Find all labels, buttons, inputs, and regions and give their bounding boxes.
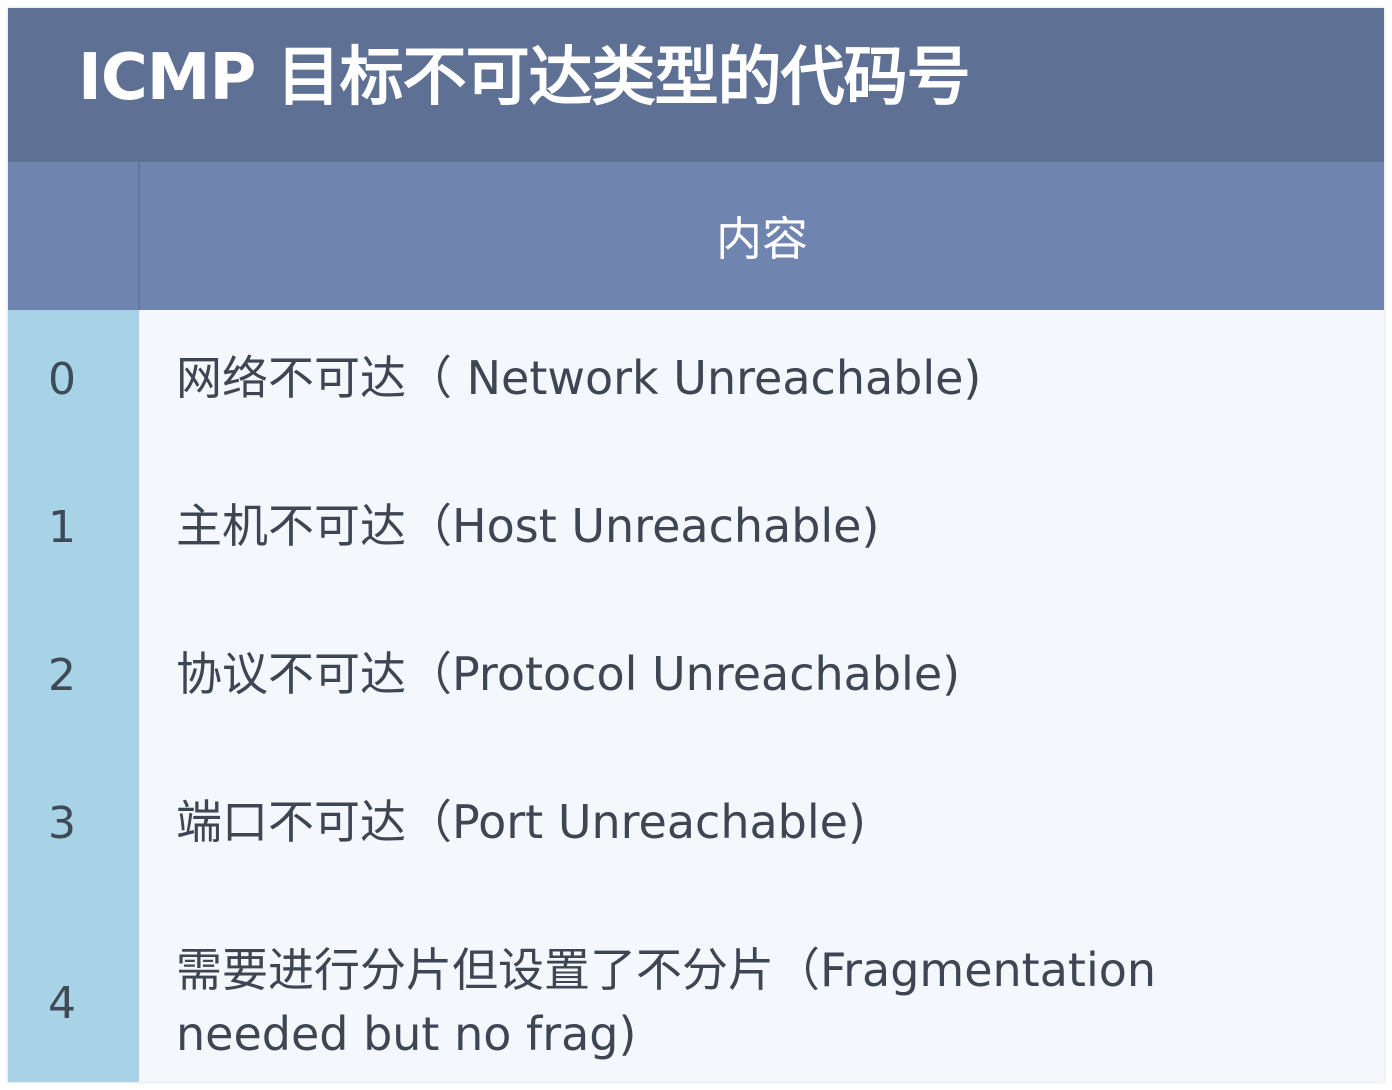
table-header: 内容 xyxy=(8,162,1384,310)
row-code: 2 xyxy=(48,650,76,701)
title-bar: ICMP 目标不可达类型的代码号 xyxy=(8,8,1384,162)
row-content-line-1: 需要进行分片但设置了不分片（Fragmentation xyxy=(176,943,1157,997)
row-content: 网络不可达（ Network Unreachable) xyxy=(176,351,982,405)
table-row: 0 网络不可达（ Network Unreachable) xyxy=(8,310,1384,458)
header-code-cell xyxy=(8,162,140,310)
row-code: 4 xyxy=(48,978,76,1029)
page-title: ICMP 目标不可达类型的代码号 xyxy=(78,41,971,115)
code-table-card: ICMP 目标不可达类型的代码号 内容 0 网络不可达（ Network Unr… xyxy=(8,8,1384,1082)
row-code: 0 xyxy=(48,354,76,405)
row-code: 3 xyxy=(48,798,76,849)
row-content: 端口不可达（Port Unreachable) xyxy=(176,795,866,849)
table-row: 2 协议不可达（Protocol Unreachable) xyxy=(8,606,1384,754)
row-code: 1 xyxy=(48,502,76,553)
table-row: 4 需要进行分片但设置了不分片（Fragmentation needed but… xyxy=(8,902,1384,1082)
table-row: 3 端口不可达（Port Unreachable) xyxy=(8,754,1384,902)
row-content: 协议不可达（Protocol Unreachable) xyxy=(176,647,961,701)
row-content-line-2: needed but no frag) xyxy=(176,1007,637,1061)
table-row: 1 主机不可达（Host Unreachable) xyxy=(8,458,1384,606)
row-content: 主机不可达（Host Unreachable) xyxy=(176,499,880,553)
header-content-label: 内容 xyxy=(716,212,808,266)
